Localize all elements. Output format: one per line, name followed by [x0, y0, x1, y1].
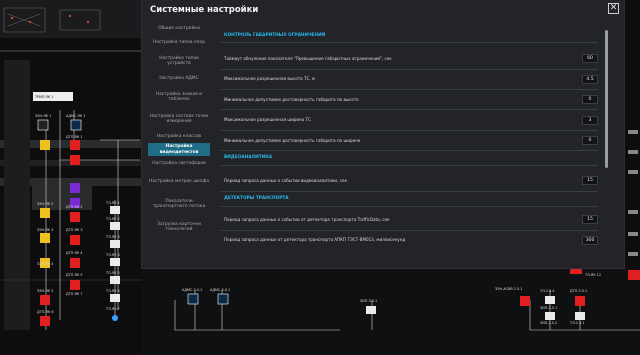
- bg-label: ЗЭН-АСВВ 2.5.1: [495, 287, 522, 291]
- bg-label: АДМС-ЯК 1: [66, 114, 85, 118]
- bg-label: АДМС-3.0.1: [182, 288, 202, 292]
- divider: [220, 230, 598, 231]
- bg-label: ЗИП-3.0.1: [360, 299, 377, 303]
- section-title: ДЕТЕКТОРЫ ТРАНСПОРТА: [224, 196, 289, 201]
- bg-label: ДТП-ЯК 5: [66, 273, 83, 277]
- bg-label: ТЛ-ЯК 7: [105, 307, 120, 311]
- setting-input[interactable]: 60: [582, 54, 598, 63]
- nav-item-device-types[interactable]: Настройка типов устройств: [148, 50, 210, 72]
- nav-item-measure-points[interactable]: Настройка состава точек измерения: [148, 108, 210, 130]
- bg-label: ТЛ-ЯК 2: [105, 217, 120, 221]
- setting-label: Период запроса данных о событии видеоана…: [224, 178, 347, 183]
- setting-input[interactable]: 15: [582, 176, 598, 185]
- divider: [220, 89, 598, 90]
- bg-label: ДТП-ЯК 7: [66, 292, 83, 296]
- bg-label: ЗЭН-ЯК 4: [37, 262, 53, 266]
- bg-label: ЗИП-2.5.1: [540, 306, 557, 310]
- divider: [220, 130, 598, 131]
- bg-label: ТЛ-ЯК 12: [584, 273, 601, 277]
- setting-input[interactable]: 0: [582, 95, 598, 104]
- scrollbar-thumb[interactable]: [605, 30, 608, 168]
- divider: [220, 69, 598, 70]
- nav-item-signs[interactable]: Настройка знаков и табличек: [148, 86, 210, 108]
- setting-input[interactable]: 0: [582, 136, 598, 145]
- bg-label: ТЛ-ЯК 5: [105, 271, 120, 275]
- divider: [220, 150, 598, 151]
- bg-label: ДТП-ЯК 4: [66, 251, 83, 255]
- canvas-bottom: [142, 268, 640, 355]
- modal-title: Системные настройки: [150, 5, 259, 15]
- bg-label: ДТП-ЯК 1: [66, 135, 83, 139]
- right-edge-markers: [628, 130, 638, 256]
- bg-label: ТЛ-ЯК 3: [105, 235, 120, 239]
- settings-nav: Общие настройки Настройка типов опор Нас…: [148, 22, 210, 238]
- setting-label: Минимальное допустимое достоверность габ…: [224, 138, 361, 143]
- setting-label: Таймаут обнуления показателя "Превышение…: [224, 56, 392, 61]
- bg-label: ТЛ-ЯК 1: [105, 201, 120, 205]
- setting-input[interactable]: 300: [582, 236, 598, 245]
- nav-item-classes[interactable]: Настройка классов: [148, 130, 210, 143]
- settings-content: КОНТРОЛЬ ГАБАРИТНЫХ ОГРАНИЧЕНИЙ Таймаут …: [220, 28, 598, 268]
- setting-label: Максимальное разрешенная ширина ТС: [224, 117, 311, 122]
- bg-label: ТЛ-ЯК 6: [105, 289, 120, 293]
- nav-item-adms[interactable]: Настройка АДМС: [148, 72, 210, 86]
- bg-label: ЗЭН-ЯК 1: [35, 114, 51, 118]
- bg-label: ЗЭН-ЯК 2: [37, 202, 53, 206]
- divider: [220, 191, 598, 192]
- nav-item-traffic-indicators[interactable]: Показатели транспортного потока: [148, 192, 210, 216]
- nav-item-cabinet-metrics[interactable]: Настройка метрик шкафа: [148, 172, 210, 192]
- bg-label: ТЛ-2.5.4: [539, 289, 554, 293]
- bg-label: ДТП-3.0.1: [570, 289, 587, 293]
- divider: [220, 206, 598, 207]
- bg-label: ДТП-ЯК 6: [37, 310, 54, 314]
- section-title: КОНТРОЛЬ ГАБАРИТНЫХ ОГРАНИЧЕНИЙ: [224, 33, 326, 38]
- bg-label: ДТП-ЯК 2: [66, 205, 83, 209]
- section-title: ВИДЕОАНАЛИТИКА: [224, 155, 273, 160]
- close-icon[interactable]: ✕: [608, 3, 619, 14]
- nav-item-video-detectors[interactable]: Настройка видеодетектов: [148, 143, 210, 156]
- bg-label: ЗЭН-ЯК 5: [37, 289, 53, 293]
- divider: [220, 165, 598, 166]
- bg-label: ЗЭН-ЯК 3: [37, 228, 53, 232]
- nav-item-pole-types[interactable]: Настройка типов опор: [148, 36, 210, 50]
- bg-label: ДТП-ЯК 3: [66, 228, 83, 232]
- setting-input[interactable]: 15: [582, 215, 598, 224]
- bg-label: ТРИП-ЯК 1: [34, 95, 53, 99]
- setting-label: Максимальное разрешенная высота ТС, м: [224, 76, 315, 81]
- bg-label: ТЛ-2.5.1: [569, 321, 584, 325]
- setting-label: Период запроса данных от детектора транс…: [224, 237, 406, 242]
- divider: [220, 109, 598, 110]
- nav-item-general[interactable]: Общие настройки: [148, 22, 210, 36]
- bg-label: ЗИП-2.5.2: [540, 321, 557, 325]
- road-line: [0, 50, 142, 52]
- road-area: [4, 60, 30, 330]
- nav-item-traffic-lights[interactable]: Настройка светофоров: [148, 156, 210, 172]
- setting-input[interactable]: 4.5: [582, 75, 598, 84]
- setting-input[interactable]: 3: [582, 116, 598, 125]
- divider: [220, 42, 598, 43]
- nav-item-tech-card[interactable]: Загрузка карточки технологий: [148, 216, 210, 238]
- bg-label: ТЛ-ЯК 4: [105, 253, 120, 257]
- setting-label: Минимальное допустимое достоверность габ…: [224, 97, 359, 102]
- system-settings-modal: Системные настройки ✕ Общие настройки На…: [142, 0, 624, 268]
- bg-label: АДМС-3.0.1: [210, 288, 230, 292]
- setting-label: Период запроса данных о событии от детек…: [224, 217, 390, 222]
